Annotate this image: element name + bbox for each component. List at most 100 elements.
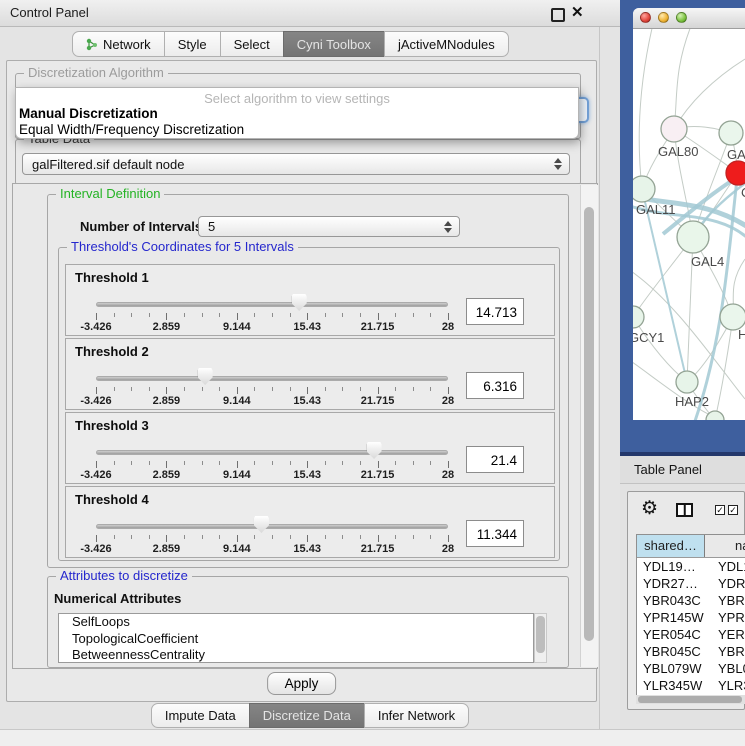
slider-thumb[interactable]	[254, 516, 269, 533]
threshold-label: Threshold 3	[75, 418, 149, 433]
zoom-button[interactable]	[676, 12, 687, 23]
columns-icon[interactable]	[676, 503, 693, 517]
threshold-value-field[interactable]: 6.316	[466, 372, 524, 399]
slider-track[interactable]	[96, 450, 448, 455]
algorithm-option-manual[interactable]: Manual Discretization	[16, 106, 578, 122]
slider-tick	[413, 313, 414, 317]
table-row[interactable]: YDR27…YDR2	[637, 575, 745, 592]
slider-tick	[114, 313, 115, 317]
table-row[interactable]: YDL19…YDL1	[637, 558, 745, 575]
slider-tick	[430, 461, 431, 465]
slider-tick	[149, 313, 150, 317]
bottom-tab-infer-network[interactable]: Infer Network	[364, 703, 469, 728]
numerical-attributes-list[interactable]: SelfLoopsTopologicalCoefficientBetweenne…	[58, 613, 534, 663]
tab-jactivemnodules[interactable]: jActiveMNodules	[384, 31, 509, 57]
bottom-tab-impute-data[interactable]: Impute Data	[151, 703, 250, 728]
cell-shared-name: YBR043C	[637, 592, 714, 609]
tab-style[interactable]: Style	[164, 31, 221, 57]
control-panel-titlebar: Control Panel ✕	[0, 0, 620, 27]
horizontal-scrollbar-thumb[interactable]	[638, 696, 742, 703]
table-data-combobox[interactable]: galFiltered.sif default node	[22, 153, 570, 175]
thresholds-group-label: Threshold's Coordinates for 5 Intervals	[67, 240, 298, 254]
threshold-value-field[interactable]: 21.4	[466, 446, 524, 473]
attribute-list-item[interactable]: TopologicalCoefficient	[59, 631, 533, 648]
algorithm-option-equal-width[interactable]: Equal Width/Frequency Discretization	[16, 122, 578, 138]
tab-label: Style	[178, 37, 207, 52]
network-node-hap2[interactable]	[676, 371, 698, 393]
slider-tick-label: -3.426	[80, 395, 111, 407]
checkbox-icon[interactable]: ✓	[728, 505, 738, 515]
slider-thumb[interactable]	[198, 368, 213, 385]
threshold-value-field[interactable]: 11.344	[466, 520, 524, 547]
attributes-list-scrollbar[interactable]	[534, 613, 547, 663]
tab-label: Network	[103, 37, 151, 52]
slider-tick	[430, 387, 431, 391]
table-body: YDL19…YDL1YDR27…YDR2YBR043CYBR0YPR145WYP…	[637, 558, 745, 698]
gear-icon[interactable]: ⚙	[641, 498, 658, 520]
vertical-scrollbar-thumb[interactable]	[584, 207, 594, 641]
slider-tick-label: -3.426	[80, 469, 111, 481]
bottom-tab-discretize-data[interactable]: Discretize Data	[249, 703, 365, 728]
network-node-gcy1[interactable]	[633, 306, 644, 328]
slider-tick-label: 9.144	[223, 543, 251, 555]
tab-select[interactable]: Select	[220, 31, 284, 57]
slider-tick	[342, 535, 343, 539]
slider-tick	[202, 313, 203, 317]
float-window-icon[interactable]	[551, 8, 565, 22]
column-header-name[interactable]: na	[705, 535, 745, 557]
network-node-gal80[interactable]	[661, 116, 687, 142]
slider-track[interactable]	[96, 302, 448, 307]
vertical-scrollbar[interactable]	[580, 185, 598, 667]
slider-thumb[interactable]	[292, 294, 307, 311]
attribute-list-item[interactable]: BetweennessCentrality	[59, 647, 533, 663]
threshold-value-field[interactable]: 14.713	[466, 298, 524, 325]
network-edge[interactable]	[674, 59, 745, 129]
attributes-group: Attributes to discretize Numerical Attri…	[47, 576, 569, 668]
table-row[interactable]: YBL079WYBL0	[637, 660, 745, 677]
slider-thumb[interactable]	[367, 442, 382, 459]
network-edge[interactable]	[639, 29, 653, 189]
table-panel: ⚙ ✓ ✓ shared… na YDL19…YDL1YDR27…YDR2YBR…	[627, 491, 745, 710]
tab-cyni-toolbox[interactable]: Cyni Toolbox	[283, 31, 385, 57]
table-row[interactable]: YBR045CYBR0	[637, 643, 745, 660]
apply-button[interactable]: Apply	[267, 672, 337, 695]
slider-tick-label: 2.859	[153, 543, 181, 555]
slider-tick	[114, 535, 115, 539]
network-canvas[interactable]: GAL80GACGAL11GAL4GCY1HHAP2	[633, 29, 745, 420]
cell-name: YBL0	[714, 660, 745, 677]
tab-label: Cyni Toolbox	[297, 37, 371, 52]
table-row[interactable]: YER054CYER0	[637, 626, 745, 643]
tab-network[interactable]: Network	[72, 31, 165, 57]
table-row[interactable]: YBR043CYBR0	[637, 592, 745, 609]
close-icon[interactable]: ✕	[571, 4, 584, 22]
table-row[interactable]: YLR345WYLR3	[637, 677, 745, 694]
column-header-shared-name[interactable]: shared…	[637, 535, 705, 557]
slider-tick-label: 9.144	[223, 469, 251, 481]
threshold-label: Threshold 1	[75, 270, 149, 285]
cell-name: YDL1	[714, 558, 745, 575]
combobox-stepper-icon	[554, 158, 562, 170]
network-node-gal4[interactable]	[677, 221, 709, 253]
network-node-gal11[interactable]	[633, 176, 655, 202]
slider-tick-label: 21.715	[361, 469, 395, 481]
network-node-ga[interactable]	[719, 121, 743, 145]
horizontal-scrollbar[interactable]	[636, 695, 745, 704]
slider-tick	[290, 535, 291, 539]
slider-tick	[290, 387, 291, 391]
network-node-label: GA	[727, 147, 745, 162]
minimize-button[interactable]	[658, 12, 669, 23]
settings-scroll-pane: Interval Definition Number of Intervals …	[12, 183, 598, 669]
slider-tick-label: 28	[442, 543, 454, 555]
number-of-intervals-combobox[interactable]: 5	[198, 216, 460, 237]
slider-track[interactable]	[96, 376, 448, 381]
slider-track[interactable]	[96, 524, 448, 529]
attribute-list-item[interactable]: SelfLoops	[59, 614, 533, 631]
table-row[interactable]: YPR145WYPR1	[637, 609, 745, 626]
close-button[interactable]	[640, 12, 651, 23]
checkbox-icon[interactable]: ✓	[715, 505, 725, 515]
slider-tick	[202, 535, 203, 539]
algorithm-dropdown-popup: Select algorithm to view settings Manual…	[15, 87, 579, 139]
slider-tick-label: -3.426	[80, 321, 111, 333]
slider-tick	[272, 461, 273, 465]
network-node-c[interactable]	[726, 161, 745, 185]
